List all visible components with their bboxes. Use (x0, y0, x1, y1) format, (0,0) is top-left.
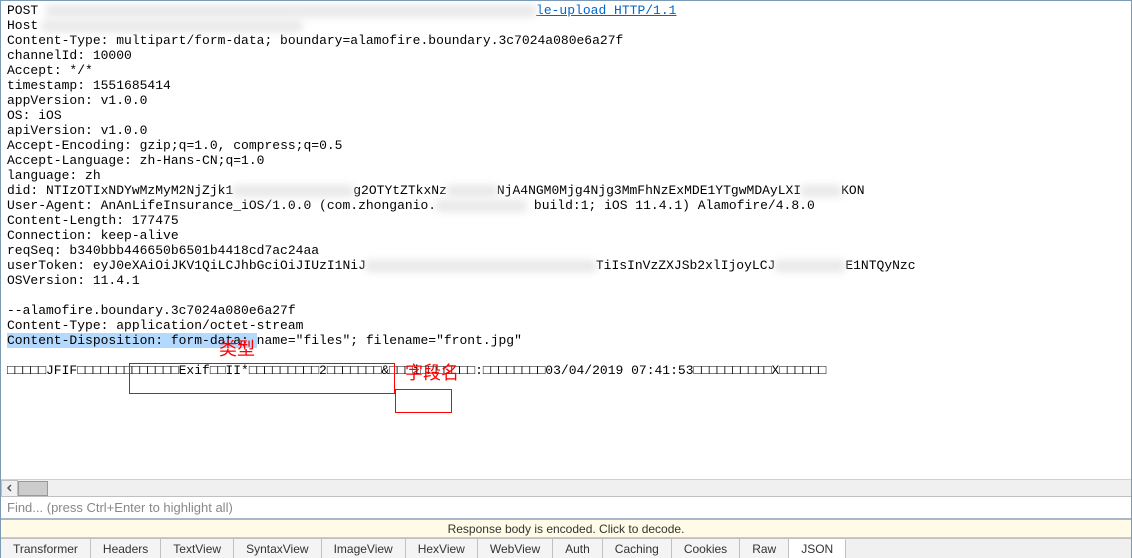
header-appversion: appVersion: v1.0.0 (7, 93, 1125, 108)
header-host: Host (7, 18, 1125, 33)
header-did: did: NTIzOTIxNDYwMzMyM2NjZjk1g2OTYtZTkxN… (7, 183, 1125, 198)
header-content-length: Content-Length: 177475 (7, 213, 1125, 228)
header-osversion: OSVersion: 11.4.1 (7, 273, 1125, 288)
http-method: POST (7, 3, 38, 18)
header-language: language: zh (7, 168, 1125, 183)
tab-auth[interactable]: Auth (553, 539, 603, 558)
header-accept-language: Accept-Language: zh-Hans-CN;q=1.0 (7, 153, 1125, 168)
cd-name: name="files" (257, 333, 351, 348)
blurred-token-1 (366, 260, 596, 272)
red-box-field (395, 389, 452, 413)
cd-suffix: ; filename="front.jpg" (350, 333, 522, 348)
tab-cookies[interactable]: Cookies (672, 539, 740, 558)
header-connection: Connection: keep-alive (7, 228, 1125, 243)
request-content[interactable]: POST le-upload HTTP/1.1 Host Content-Typ… (1, 1, 1131, 479)
tab-textview[interactable]: TextView (161, 539, 234, 558)
header-accept: Accept: */* (7, 63, 1125, 78)
blurred-url (46, 5, 536, 17)
find-input[interactable] (7, 500, 1125, 515)
tab-imageview[interactable]: ImageView (322, 539, 406, 558)
blurred-did-3 (801, 185, 841, 197)
boundary-line: --alamofire.boundary.3c7024a080e6a27f (7, 303, 1125, 318)
tab-syntaxview[interactable]: SyntaxView (234, 539, 321, 558)
header-accept-encoding: Accept-Encoding: gzip;q=1.0, compress;q=… (7, 138, 1125, 153)
blurred-did-2 (447, 185, 497, 197)
tab-json[interactable]: JSON (789, 539, 846, 558)
header-apiversion: apiVersion: v1.0.0 (7, 123, 1125, 138)
binary-preview: □□□□□JFIF□□□□□□□□□□□□□Exif□□II*□□□□□□□□□… (7, 363, 1125, 378)
tab-hexview[interactable]: HexView (406, 539, 478, 558)
tab-caching[interactable]: Caching (603, 539, 672, 558)
blurred-did-1 (233, 185, 353, 197)
tab-raw[interactable]: Raw (740, 539, 789, 558)
blank-line (7, 288, 1125, 303)
scroll-thumb[interactable] (18, 481, 48, 496)
header-reqseq: reqSeq: b340bbb446650b6501b4418cd7ac24aa (7, 243, 1125, 258)
blurred-ua (436, 200, 526, 212)
tab-webview[interactable]: WebView (478, 539, 553, 558)
find-bar[interactable] (1, 496, 1131, 520)
blurred-token-2 (775, 260, 845, 272)
header-os: OS: iOS (7, 108, 1125, 123)
decode-notice[interactable]: Response body is encoded. Click to decod… (1, 520, 1131, 538)
header-timestamp: timestamp: 1551685414 (7, 78, 1125, 93)
tab-headers[interactable]: Headers (91, 539, 161, 558)
response-tabs: Transformer Headers TextView SyntaxView … (1, 538, 1131, 558)
horizontal-scrollbar[interactable] (1, 479, 1131, 496)
blank-line-2 (7, 348, 1125, 363)
blurred-host (42, 20, 302, 32)
request-line: POST le-upload HTTP/1.1 (7, 3, 1125, 18)
header-usertoken: userToken: eyJ0eXAiOiJKV1QiLCJhbGciOiJIU… (7, 258, 1125, 273)
url-suffix: le-upload HTTP/1.1 (536, 3, 676, 18)
tab-transformer[interactable]: Transformer (1, 539, 91, 558)
decode-text: Response body is encoded. Click to decod… (448, 522, 685, 536)
part-content-type: Content-Type: application/octet-stream (7, 318, 1125, 333)
header-user-agent: User-Agent: AnAnLifeInsurance_iOS/1.0.0 … (7, 198, 1125, 213)
scroll-left-arrow[interactable] (1, 480, 18, 497)
cd-prefix: Content-Disposition: form-data; (7, 333, 257, 348)
header-channelid: channelId: 10000 (7, 48, 1125, 63)
header-content-type: Content-Type: multipart/form-data; bound… (7, 33, 1125, 48)
content-disposition: Content-Disposition: form-data; name="fi… (7, 333, 1125, 348)
